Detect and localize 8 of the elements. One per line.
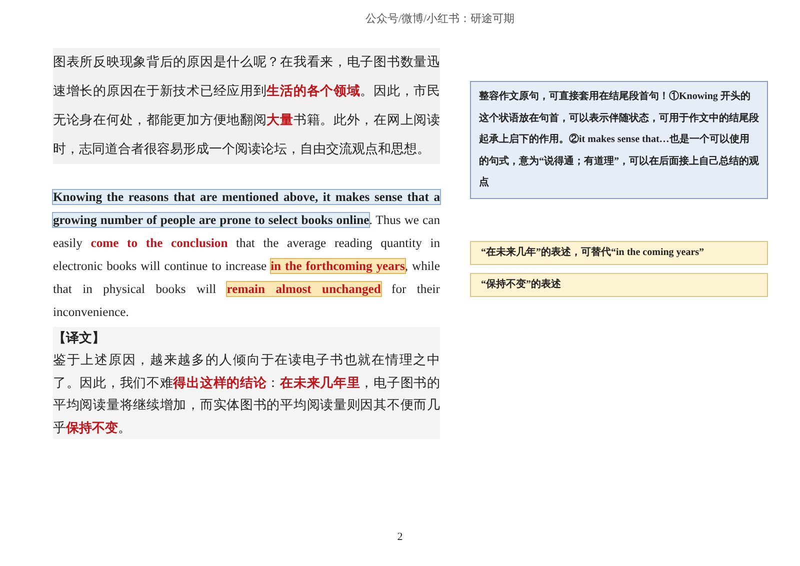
translation-paragraph: 鉴于上述原因，越来越多的人倾向于在读电子书也就在情理之中了。因此，我们不难得出这样的结论：在未来几年里，电子图书的平均阅读量将继续增加，而实体图书的平均阅读量则因其不便而几乎保持不变。	[53, 352, 440, 436]
annotation-note: 整容作文原句，可直接套用在结尾段首句！①Knowing 开头的这个状语放在句首，可以表示伴随状态，可用于作文中的结尾段起承上启下的作用。②it makes sense that…也是一个可以使用的句式，意为“说得通；有道理”，可以在后面接上自己总结的观点	[470, 81, 768, 198]
page-number: 2	[396, 531, 404, 543]
annotation-note: “在未来几年”的表述，可替代“in the coming years”	[470, 240, 768, 264]
translation-heading: 【译文】	[53, 329, 106, 347]
page-header: 公众号/微博/小红书：研途可期	[364, 12, 516, 26]
annotation-note: “保持不变”的表述	[470, 272, 768, 296]
essay-paragraph: 图表所反映现象背后的原因是什么呢？在我看来，电子图书数量迅速增长的原因在于新技术已经应用到生活的各个领域。因此，市民无论身在何处，都能更加方便地翻阅大量书籍。此外，在网上阅读时，志同道合者很容易形成一个阅读论坛，自由交流观点和思想。	[53, 48, 440, 164]
